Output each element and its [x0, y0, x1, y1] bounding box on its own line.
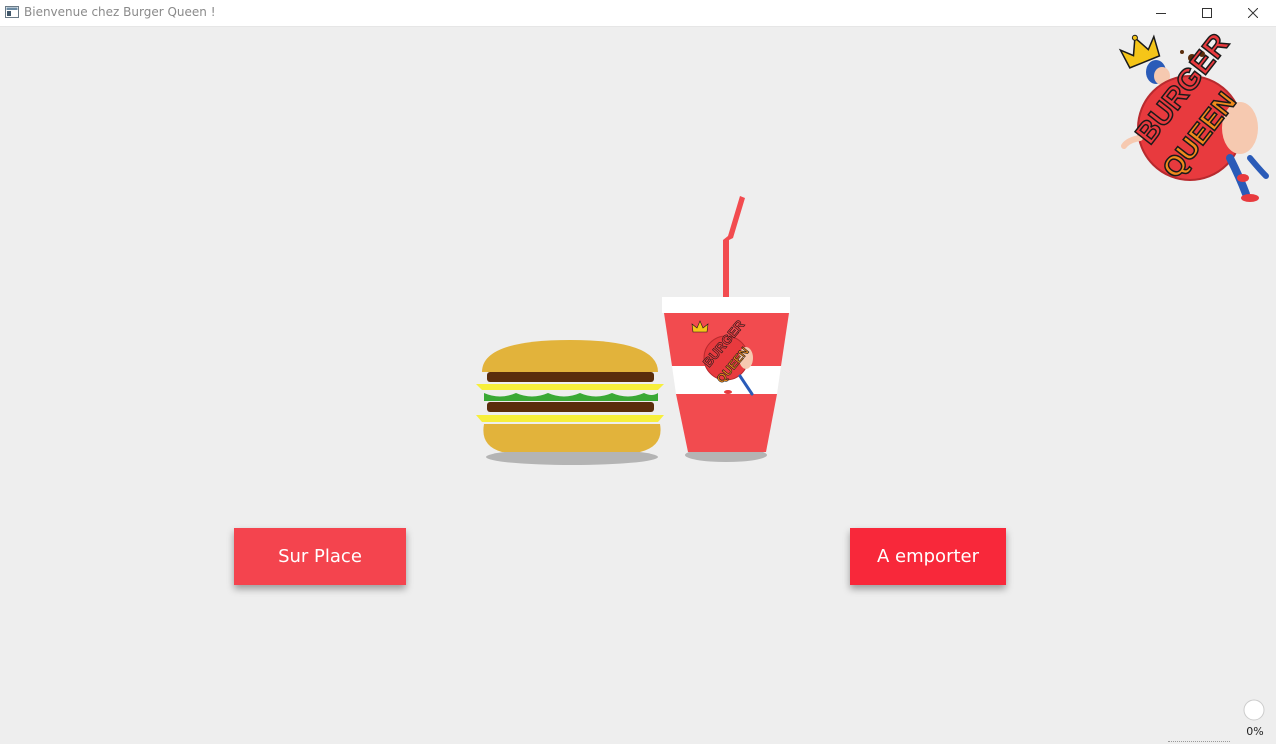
bottom-divider	[1168, 741, 1230, 742]
progress-indicator	[1243, 699, 1265, 721]
close-button[interactable]	[1230, 0, 1276, 26]
minimize-icon	[1156, 13, 1166, 14]
minimize-button[interactable]	[1138, 0, 1184, 26]
maximize-icon	[1202, 8, 1212, 18]
a-emporter-button[interactable]: A emporter	[850, 528, 1006, 585]
window-title: Bienvenue chez Burger Queen !	[24, 5, 216, 19]
sur-place-button[interactable]: Sur Place	[234, 528, 406, 585]
burger-icon	[476, 340, 664, 465]
app-window-icon	[5, 6, 19, 18]
maximize-button[interactable]	[1184, 0, 1230, 26]
window-titlebar: Bienvenue chez Burger Queen !	[0, 0, 1276, 27]
close-icon	[1248, 8, 1258, 18]
burger-queen-logo: BURGER QUEEN	[1118, 28, 1269, 202]
progress-label: 0%	[1246, 725, 1264, 738]
drink-cup-icon: BURGER QUEEN	[662, 196, 790, 462]
burger-and-drink-illustration: BURGER QUEEN	[476, 196, 790, 465]
